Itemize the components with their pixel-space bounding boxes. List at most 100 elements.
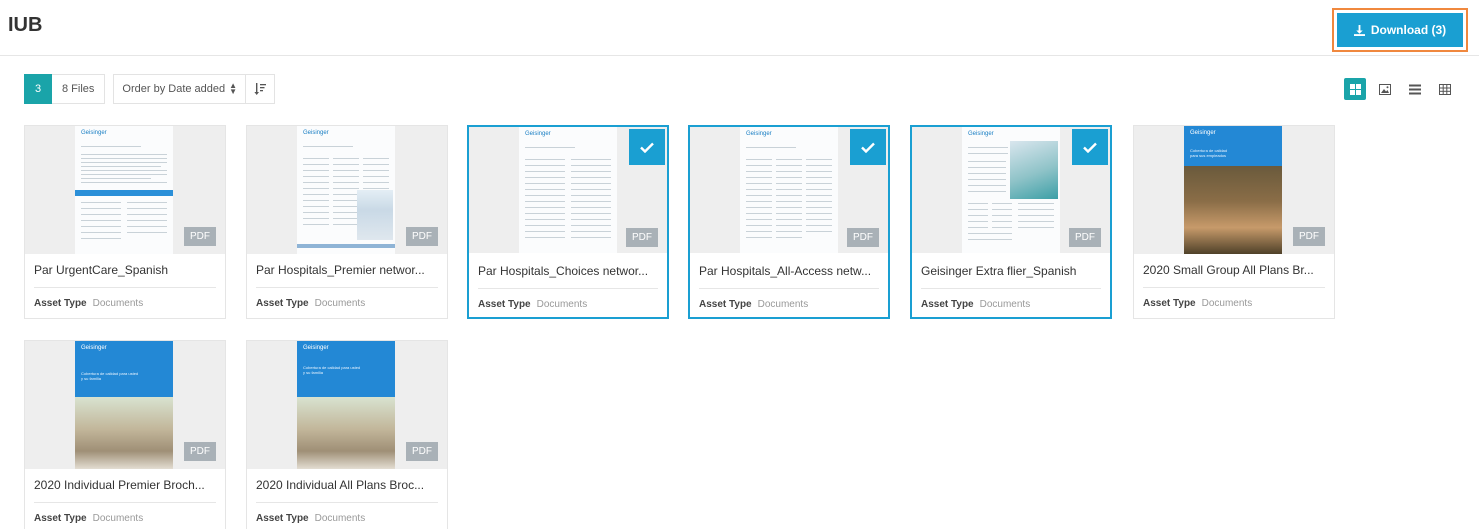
download-button[interactable]: Download (3) (1337, 13, 1463, 47)
selected-check-badge[interactable] (850, 129, 886, 165)
thumbnail-logo: Geisinger (303, 345, 329, 351)
selected-count-badge[interactable]: 3 (24, 74, 52, 104)
grid-view-button[interactable] (1344, 78, 1366, 100)
thumbnail-logo: Geisinger (746, 131, 772, 137)
asset-thumbnail[interactable]: Geisinger PDF (469, 127, 667, 253)
asset-type-row: Asset Type Documents (921, 299, 1030, 310)
table-view-button[interactable] (1434, 78, 1456, 100)
asset-type-value: Documents (314, 513, 366, 524)
asset-card[interactable]: Geisinger PDF Par Hospitals_Premier netw… (246, 125, 448, 319)
pdf-badge: PDF (1293, 227, 1325, 246)
selected-check-badge[interactable] (629, 129, 665, 165)
image-view-icon (1379, 83, 1391, 95)
checkmark-icon (1083, 142, 1097, 153)
document-preview: Geisinger (75, 126, 173, 254)
select-caret-icon: ▲ ▼ (229, 81, 238, 96)
asset-type-value: Documents (1201, 298, 1253, 309)
pdf-badge: PDF (847, 228, 879, 247)
asset-type-label: Asset Type (1143, 298, 1196, 309)
pdf-badge: PDF (184, 442, 216, 461)
asset-card-selected[interactable]: Geisinger PDF Par Hospitals_Choices netw… (467, 125, 669, 319)
asset-type-value: Documents (92, 298, 144, 309)
card-divider (478, 288, 658, 289)
download-button-label: Download (3) (1370, 23, 1447, 37)
asset-card-selected[interactable]: Geisinger PDF Geisinger Extra flier_Span… (910, 125, 1112, 319)
thumbnail-logo: Geisinger (525, 131, 551, 137)
order-control: Order by Date added ▲ ▼ (113, 74, 276, 104)
order-by-select[interactable]: Order by Date added ▲ ▼ (114, 75, 247, 103)
family-photo (297, 397, 395, 469)
table-view-icon (1439, 83, 1451, 95)
asset-thumbnail[interactable]: Geisinger PDF (25, 126, 225, 254)
asset-name[interactable]: Geisinger Extra flier_Spanish (921, 264, 1103, 278)
asset-type-value: Documents (536, 299, 588, 310)
thumbnail-logo: Geisinger (1190, 130, 1216, 136)
asset-type-label: Asset Type (256, 513, 309, 524)
brochure-cover-preview: Geisinger Cobertura de calidad para sus … (1184, 126, 1282, 254)
asset-type-label: Asset Type (921, 299, 974, 310)
card-divider (256, 502, 438, 503)
family-photo (75, 397, 173, 469)
asset-thumbnail[interactable]: Geisinger Cobertura de calidad para uste… (247, 341, 447, 469)
asset-type-row: Asset Type Documents (256, 513, 365, 524)
asset-type-row: Asset Type Documents (34, 298, 143, 309)
asset-type-label: Asset Type (478, 299, 531, 310)
asset-card[interactable]: Geisinger Cobertura de calidad para uste… (246, 340, 448, 529)
asset-thumbnail[interactable]: Geisinger PDF (690, 127, 888, 253)
card-divider (921, 288, 1101, 289)
list-view-button[interactable] (1404, 78, 1426, 100)
asset-type-label: Asset Type (34, 298, 87, 309)
cover-photo (1184, 166, 1282, 254)
toolbar: 3 8 Files Order by Date added ▲ ▼ (24, 74, 276, 104)
asset-name[interactable]: 2020 Individual All Plans Broc... (256, 478, 438, 492)
asset-type-value: Documents (92, 513, 144, 524)
asset-name[interactable]: Par Hospitals_Premier networ... (256, 263, 438, 277)
cover-title: Cobertura de calidad para usted y su fam… (303, 365, 361, 375)
asset-type-row: Asset Type Documents (256, 298, 365, 309)
asset-name[interactable]: Par UrgentCare_Spanish (34, 263, 216, 277)
sort-direction-button[interactable] (246, 75, 274, 103)
asset-card-selected[interactable]: Geisinger PDF Par Hospitals_All-Access n… (688, 125, 890, 319)
pdf-badge: PDF (1069, 228, 1101, 247)
asset-thumbnail[interactable]: Geisinger PDF (912, 127, 1110, 253)
file-count: 8 Files (52, 74, 106, 104)
nurse-photo (1010, 141, 1058, 199)
grid-view-icon (1349, 83, 1361, 95)
document-preview: Geisinger (962, 127, 1060, 253)
page-header: IUB Download (3) (0, 0, 1479, 56)
card-divider (34, 502, 216, 503)
asset-name[interactable]: 2020 Individual Premier Broch... (34, 478, 216, 492)
asset-thumbnail[interactable]: Geisinger Cobertura de calidad para sus … (1134, 126, 1334, 254)
cover-title: Cobertura de calidad para usted y su fam… (81, 371, 139, 381)
order-by-label: Order by Date added (122, 83, 226, 95)
asset-type-row: Asset Type Documents (478, 299, 587, 310)
asset-thumbnail[interactable]: Geisinger PDF (247, 126, 447, 254)
asset-card[interactable]: Geisinger Cobertura de calidad para sus … (1133, 125, 1335, 319)
sort-direction-icon (254, 83, 267, 95)
checkmark-icon (861, 142, 875, 153)
asset-type-value: Documents (979, 299, 1031, 310)
asset-type-row: Asset Type Documents (1143, 298, 1252, 309)
doctors-photo (357, 190, 393, 240)
asset-type-row: Asset Type Documents (34, 513, 143, 524)
card-divider (256, 287, 438, 288)
asset-card[interactable]: Geisinger PDF Par UrgentCare_Spanish Ass… (24, 125, 226, 319)
view-switcher (1344, 78, 1456, 100)
asset-name[interactable]: Par Hospitals_All-Access netw... (699, 264, 881, 278)
image-view-button[interactable] (1374, 78, 1396, 100)
asset-type-label: Asset Type (699, 299, 752, 310)
cover-title: Cobertura de calidad para sus empleados (1190, 148, 1228, 158)
card-divider (1143, 287, 1325, 288)
asset-name[interactable]: Par Hospitals_Choices networ... (478, 264, 660, 278)
pdf-badge: PDF (406, 442, 438, 461)
checkmark-icon (640, 142, 654, 153)
document-preview: Geisinger (740, 127, 838, 253)
selected-check-badge[interactable] (1072, 129, 1108, 165)
asset-name[interactable]: 2020 Small Group All Plans Br... (1143, 263, 1325, 277)
card-divider (699, 288, 879, 289)
card-divider (34, 287, 216, 288)
thumbnail-logo: Geisinger (81, 345, 107, 351)
asset-card[interactable]: Geisinger Cobertura de calidad para uste… (24, 340, 226, 529)
asset-thumbnail[interactable]: Geisinger Cobertura de calidad para uste… (25, 341, 225, 469)
pdf-badge: PDF (406, 227, 438, 246)
